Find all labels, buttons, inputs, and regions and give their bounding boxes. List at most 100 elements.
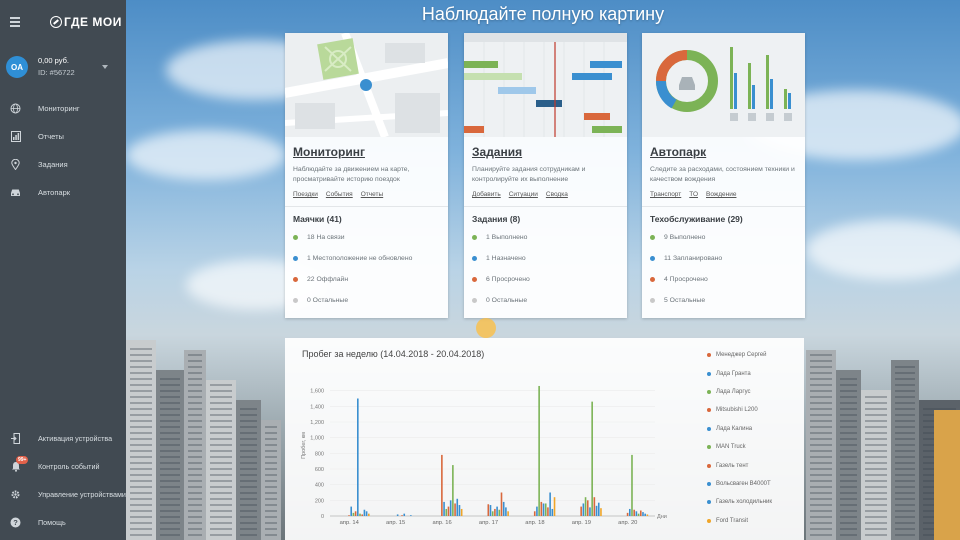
sidebar-item-help[interactable]: ? Помощь [0, 508, 126, 536]
bar [494, 508, 496, 516]
bar [597, 502, 600, 516]
legend-item[interactable]: Ford Transit [707, 512, 772, 530]
legend-item[interactable]: Лада Гранта [707, 364, 772, 382]
sidebar-item-reports[interactable]: Отчеты [0, 122, 126, 150]
legend-item[interactable]: Лада Ларгус [707, 383, 772, 401]
card-title[interactable]: Задания [472, 145, 619, 159]
card-title[interactable]: Мониторинг [293, 145, 440, 159]
bar [633, 509, 635, 516]
link-trips[interactable]: Поездки [293, 191, 318, 198]
link-reports[interactable]: Отчеты [361, 191, 383, 198]
sidebar-item-event-control[interactable]: 99+ Контроль событий [0, 452, 126, 480]
legend-item[interactable]: Вольсваген В4000Т [707, 475, 772, 493]
bar [354, 511, 357, 516]
avatar: OA [6, 56, 28, 78]
bar [637, 513, 640, 516]
stats-list: 1 Выполнено 1 Назначено 6 Просрочено 0 О… [472, 227, 619, 311]
link-driving[interactable]: Вождение [706, 191, 736, 198]
bar [635, 511, 638, 516]
bar [368, 513, 370, 516]
stat-item[interactable]: 9 Выполнено [650, 227, 797, 248]
y-tick-label: 200 [315, 498, 324, 504]
bar [586, 500, 589, 516]
legend-item[interactable]: Mitsubishi L200 [707, 401, 772, 419]
link-maintenance[interactable]: ТО [689, 191, 698, 198]
legend-item[interactable]: MAN Truck [707, 438, 772, 456]
legend-swatch [707, 389, 711, 394]
activate-device-icon [10, 432, 21, 444]
sidebar-item-activate-device[interactable]: Активация устройства [0, 424, 126, 452]
legend-item[interactable]: Газель холодильник [707, 493, 772, 511]
sidebar-item-fleet[interactable]: Автопарк [0, 178, 126, 206]
account-switcher[interactable]: OA 0,00 руб. ID: #56722 [0, 44, 126, 90]
legend-label: Газель тент [716, 462, 749, 469]
y-tick-label: 1,400 [310, 404, 324, 410]
bar [589, 507, 591, 516]
bar [551, 508, 554, 516]
menu-icon[interactable] [10, 17, 20, 27]
globe-icon [10, 103, 21, 114]
stat-item[interactable]: 0 Остальные [293, 290, 440, 311]
y-axis-label: Пробег, км [301, 432, 307, 459]
link-transport[interactable]: Транспорт [650, 191, 681, 198]
sidebar-item-label: Мониторинг [38, 103, 80, 113]
stat-item[interactable]: 1 Выполнено [472, 227, 619, 248]
legend-swatch [707, 463, 711, 468]
logo-icon [50, 16, 62, 28]
stat-label: 1 Местоположение не обновлено [307, 255, 413, 262]
mileage-chart[interactable]: 0 200 400 600 800 1,000 1,200 1,400 1,600 Пробег,… [285, 338, 700, 540]
status-dot [293, 298, 298, 303]
legend-swatch [707, 371, 711, 376]
sidebar-item-label: Активация устройства [38, 433, 113, 443]
bar [498, 509, 501, 516]
tasks-card: Задания Планируйте задания сотрудникам и… [464, 33, 627, 318]
sidebar-item-tasks[interactable]: Задания [0, 150, 126, 178]
link-situations[interactable]: Ситуации [509, 191, 538, 198]
stat-item[interactable]: 0 Остальные [472, 290, 619, 311]
stat-item[interactable]: 5 Остальные [650, 290, 797, 311]
bar [500, 492, 503, 516]
bar [445, 508, 448, 516]
bar [491, 511, 494, 516]
stat-item[interactable]: 18 На связи [293, 227, 440, 248]
stat-item[interactable]: 4 Просрочено [650, 269, 797, 290]
bar [631, 454, 633, 516]
link-summary[interactable]: Сводка [546, 191, 568, 198]
stats-title: Задания (8) [472, 214, 521, 224]
bar [456, 498, 459, 516]
status-dot [472, 298, 477, 303]
status-dot [650, 256, 655, 261]
legend-item[interactable]: Лада Калина [707, 420, 772, 438]
mouse-cursor-highlight [476, 318, 496, 338]
stats-list: 18 На связи 1 Местоположение не обновлен… [293, 227, 440, 311]
sidebar-item-device-management[interactable]: Управление устройствами [0, 480, 126, 508]
legend-swatch [707, 445, 711, 450]
bar [352, 512, 355, 516]
sidebar-item-label: Контроль событий [38, 461, 100, 471]
account-id: ID: #56722 [38, 68, 75, 77]
legend-item[interactable]: Газель тент [707, 456, 772, 474]
car-icon [10, 187, 21, 198]
bell-icon: 99+ [10, 455, 29, 472]
legend-item[interactable]: Менеджер Сергей [707, 346, 772, 364]
y-tick-label: 1,600 [310, 389, 324, 395]
link-events[interactable]: События [326, 191, 353, 198]
sidebar-item-label: Помощь [38, 517, 66, 527]
divider [642, 206, 805, 207]
link-add[interactable]: Добавить [472, 191, 501, 198]
stat-item[interactable]: 1 Назначено [472, 248, 619, 269]
bar [363, 509, 366, 516]
sidebar-item-monitoring[interactable]: Мониторинг [0, 94, 126, 122]
card-description: Наблюдайте за движением на карте, просма… [293, 166, 410, 183]
y-tick-label: 600 [315, 467, 324, 473]
app-logo[interactable]: ГДЕ МОИ [50, 15, 122, 29]
legend-label: Газель холодильник [716, 499, 772, 506]
chevron-down-icon[interactable] [102, 65, 108, 69]
stat-item[interactable]: 1 Местоположение не обновлено [293, 248, 440, 269]
stat-item[interactable]: 22 Оффлайн [293, 269, 440, 290]
bottom-nav: Активация устройства 99+ Контроль событи… [0, 424, 126, 536]
card-title[interactable]: Автопарк [650, 145, 797, 159]
stat-item[interactable]: 6 Просрочено [472, 269, 619, 290]
stat-item[interactable]: 11 Запланировано [650, 248, 797, 269]
bar [410, 515, 412, 516]
